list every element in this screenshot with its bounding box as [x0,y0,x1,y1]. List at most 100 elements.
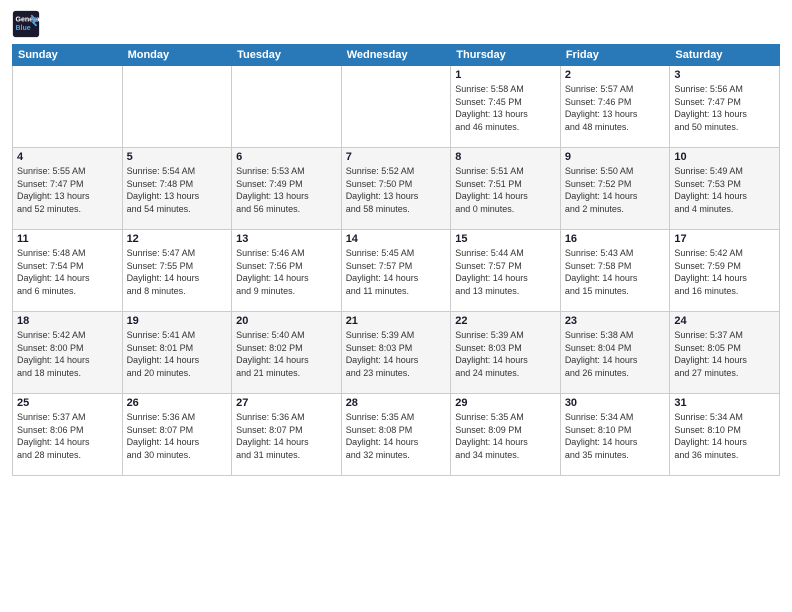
day-number: 19 [127,315,228,327]
day-number: 16 [565,233,666,245]
header-tuesday: Tuesday [232,45,342,66]
header-saturday: Saturday [670,45,780,66]
calendar-week-row: 11 Sunrise: 5:48 AM Sunset: 7:54 PM Dayli… [13,230,780,312]
day-info: Sunrise: 5:36 AM Sunset: 8:07 PM Dayligh… [236,411,337,461]
day-number: 23 [565,315,666,327]
day-info: Sunrise: 5:54 AM Sunset: 7:48 PM Dayligh… [127,165,228,215]
table-row: 28 Sunrise: 5:35 AM Sunset: 8:08 PM Dayli… [341,394,451,476]
day-number: 6 [236,151,337,163]
day-number: 29 [455,397,556,409]
table-row: 27 Sunrise: 5:36 AM Sunset: 8:07 PM Dayli… [232,394,342,476]
table-row: 10Sunrise: 5:49 AM Sunset: 7:53 PM Dayli… [670,148,780,230]
table-row: 11 Sunrise: 5:48 AM Sunset: 7:54 PM Dayli… [13,230,123,312]
day-number: 27 [236,397,337,409]
calendar-table: Sunday Monday Tuesday Wednesday Thursday… [12,44,780,476]
calendar-week-row: 18Sunrise: 5:42 AM Sunset: 8:00 PM Dayli… [13,312,780,394]
day-info: Sunrise: 5:48 AM Sunset: 7:54 PM Dayligh… [17,247,118,297]
day-number: 21 [346,315,447,327]
page-header: General Blue [12,10,780,38]
table-row [341,66,451,148]
day-info: Sunrise: 5:40 AM Sunset: 8:02 PM Dayligh… [236,329,337,379]
day-number: 10 [674,151,775,163]
day-number: 15 [455,233,556,245]
day-info: Sunrise: 5:56 AM Sunset: 7:47 PM Dayligh… [674,83,775,133]
day-number: 25 [17,397,118,409]
table-row: 1 Sunrise: 5:58 AM Sunset: 7:45 PM Daylig… [451,66,561,148]
day-number: 2 [565,69,666,81]
calendar-week-row: 1 Sunrise: 5:58 AM Sunset: 7:45 PM Daylig… [13,66,780,148]
table-row: 9 Sunrise: 5:50 AM Sunset: 7:52 PM Daylig… [560,148,670,230]
day-number: 14 [346,233,447,245]
day-number: 11 [17,233,118,245]
day-number: 12 [127,233,228,245]
table-row: 26Sunrise: 5:36 AM Sunset: 8:07 PM Dayli… [122,394,232,476]
day-number: 4 [17,151,118,163]
table-row: 16 Sunrise: 5:43 AM Sunset: 7:58 PM Dayli… [560,230,670,312]
day-info: Sunrise: 5:44 AM Sunset: 7:57 PM Dayligh… [455,247,556,297]
day-info: Sunrise: 5:45 AM Sunset: 7:57 PM Dayligh… [346,247,447,297]
table-row [232,66,342,148]
day-info: Sunrise: 5:46 AM Sunset: 7:56 PM Dayligh… [236,247,337,297]
day-number: 8 [455,151,556,163]
table-row: 4 Sunrise: 5:55 AM Sunset: 7:47 PM Daylig… [13,148,123,230]
day-info: Sunrise: 5:38 AM Sunset: 8:04 PM Dayligh… [565,329,666,379]
day-info: Sunrise: 5:55 AM Sunset: 7:47 PM Dayligh… [17,165,118,215]
table-row: 7Sunrise: 5:52 AM Sunset: 7:50 PM Daylig… [341,148,451,230]
header-monday: Monday [122,45,232,66]
day-number: 20 [236,315,337,327]
day-info: Sunrise: 5:52 AM Sunset: 7:50 PM Dayligh… [346,165,447,215]
day-number: 13 [236,233,337,245]
day-number: 1 [455,69,556,81]
day-info: Sunrise: 5:42 AM Sunset: 7:59 PM Dayligh… [674,247,775,297]
table-row: 17 Sunrise: 5:42 AM Sunset: 7:59 PM Dayli… [670,230,780,312]
header-friday: Friday [560,45,670,66]
table-row: 8 Sunrise: 5:51 AM Sunset: 7:51 PM Daylig… [451,148,561,230]
logo-icon: General Blue [12,10,40,38]
header-sunday: Sunday [13,45,123,66]
table-row [122,66,232,148]
logo: General Blue [12,10,44,38]
table-row: 31Sunrise: 5:34 AM Sunset: 8:10 PM Dayli… [670,394,780,476]
table-row: 12 Sunrise: 5:47 AM Sunset: 7:55 PM Dayli… [122,230,232,312]
day-info: Sunrise: 5:43 AM Sunset: 7:58 PM Dayligh… [565,247,666,297]
day-info: Sunrise: 5:35 AM Sunset: 8:08 PM Dayligh… [346,411,447,461]
calendar-week-row: 4 Sunrise: 5:55 AM Sunset: 7:47 PM Daylig… [13,148,780,230]
table-row: 29 Sunrise: 5:35 AM Sunset: 8:09 PM Dayli… [451,394,561,476]
table-row: 3 Sunrise: 5:56 AM Sunset: 7:47 PM Daylig… [670,66,780,148]
day-info: Sunrise: 5:41 AM Sunset: 8:01 PM Dayligh… [127,329,228,379]
table-row: 25 Sunrise: 5:37 AM Sunset: 8:06 PM Dayli… [13,394,123,476]
day-number: 28 [346,397,447,409]
day-number: 24 [674,315,775,327]
day-info: Sunrise: 5:37 AM Sunset: 8:06 PM Dayligh… [17,411,118,461]
day-number: 17 [674,233,775,245]
table-row: 24 Sunrise: 5:37 AM Sunset: 8:05 PM Dayli… [670,312,780,394]
weekday-header-row: Sunday Monday Tuesday Wednesday Thursday… [13,45,780,66]
day-number: 3 [674,69,775,81]
table-row: 2Sunrise: 5:57 AM Sunset: 7:46 PM Daylig… [560,66,670,148]
table-row: 18Sunrise: 5:42 AM Sunset: 8:00 PM Dayli… [13,312,123,394]
day-info: Sunrise: 5:34 AM Sunset: 8:10 PM Dayligh… [565,411,666,461]
day-info: Sunrise: 5:35 AM Sunset: 8:09 PM Dayligh… [455,411,556,461]
day-number: 9 [565,151,666,163]
day-info: Sunrise: 5:47 AM Sunset: 7:55 PM Dayligh… [127,247,228,297]
table-row: 14 Sunrise: 5:45 AM Sunset: 7:57 PM Dayli… [341,230,451,312]
table-row: 22Sunrise: 5:39 AM Sunset: 8:03 PM Dayli… [451,312,561,394]
day-info: Sunrise: 5:50 AM Sunset: 7:52 PM Dayligh… [565,165,666,215]
table-row: 5Sunrise: 5:54 AM Sunset: 7:48 PM Daylig… [122,148,232,230]
day-number: 18 [17,315,118,327]
table-row: 19 Sunrise: 5:41 AM Sunset: 8:01 PM Dayli… [122,312,232,394]
table-row: 30Sunrise: 5:34 AM Sunset: 8:10 PM Dayli… [560,394,670,476]
day-info: Sunrise: 5:51 AM Sunset: 7:51 PM Dayligh… [455,165,556,215]
table-row: 6Sunrise: 5:53 AM Sunset: 7:49 PM Daylig… [232,148,342,230]
svg-text:Blue: Blue [16,25,31,32]
day-info: Sunrise: 5:36 AM Sunset: 8:07 PM Dayligh… [127,411,228,461]
day-info: Sunrise: 5:37 AM Sunset: 8:05 PM Dayligh… [674,329,775,379]
header-wednesday: Wednesday [341,45,451,66]
table-row [13,66,123,148]
day-number: 22 [455,315,556,327]
table-row: 23 Sunrise: 5:38 AM Sunset: 8:04 PM Dayli… [560,312,670,394]
day-info: Sunrise: 5:58 AM Sunset: 7:45 PM Dayligh… [455,83,556,133]
table-row: 20 Sunrise: 5:40 AM Sunset: 8:02 PM Dayli… [232,312,342,394]
table-row: 15 Sunrise: 5:44 AM Sunset: 7:57 PM Dayli… [451,230,561,312]
day-number: 31 [674,397,775,409]
